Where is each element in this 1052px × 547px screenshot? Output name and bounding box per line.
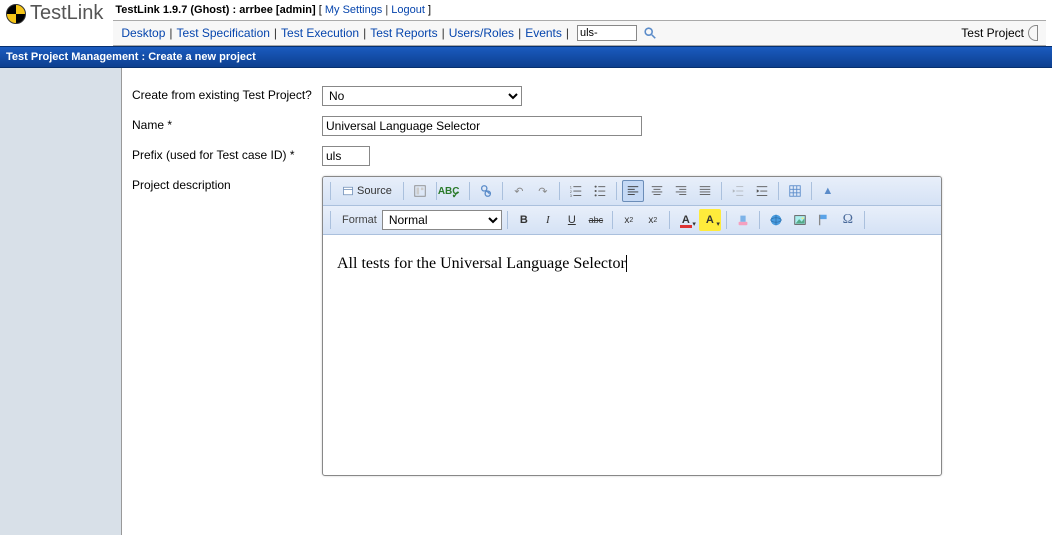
label-create-from: Create from existing Test Project?	[132, 86, 322, 106]
my-settings-link[interactable]: My Settings	[325, 4, 382, 16]
logo: TestLink	[6, 2, 113, 25]
svg-text:3: 3	[570, 194, 572, 198]
superscript-button[interactable]: x2	[642, 209, 664, 231]
nav-test-reports[interactable]: Test Reports	[370, 26, 437, 40]
label-description: Project description	[132, 176, 322, 476]
italic-button[interactable]: I	[537, 209, 559, 231]
row-description: Project description Source ABC✓	[132, 176, 1052, 476]
table-icon[interactable]	[784, 180, 806, 202]
left-pane	[0, 68, 122, 535]
bullet-list-icon[interactable]	[589, 180, 611, 202]
nav-test-exec[interactable]: Test Execution	[281, 26, 359, 40]
subscript-button[interactable]: x2	[618, 209, 640, 231]
page-title-bar: Test Project Management : Create a new p…	[0, 46, 1052, 68]
input-prefix[interactable]	[322, 146, 370, 166]
strike-button[interactable]: abc	[585, 209, 607, 231]
editor-content: All tests for the Universal Language Sel…	[337, 255, 626, 272]
topbar: TestLink TestLink 1.9.7 (Ghost) : arrbee…	[0, 0, 1052, 46]
search-icon[interactable]	[643, 26, 657, 40]
right-pane: Create from existing Test Project? No Na…	[122, 68, 1052, 535]
version-info: TestLink 1.9.7 (Ghost) : arrbee [admin]	[115, 4, 315, 16]
bold-button[interactable]: B	[513, 209, 535, 231]
nav-test-spec[interactable]: Test Specification	[177, 26, 270, 40]
find-icon[interactable]	[475, 180, 497, 202]
outdent-icon[interactable]	[727, 180, 749, 202]
bg-color-button[interactable]: A▾	[699, 209, 721, 231]
rich-editor: Source ABC✓ ↶ ↷ 123	[322, 176, 942, 476]
source-button[interactable]: Source	[336, 180, 398, 202]
select-create-from[interactable]: No	[322, 86, 522, 106]
project-label: Test Project	[961, 26, 1024, 40]
underline-button[interactable]: U	[561, 209, 583, 231]
toolbar-row-2: Format Normal B I U abc x2 x2 A▾	[323, 206, 941, 235]
redo-icon[interactable]: ↷	[532, 180, 554, 202]
row-prefix: Prefix (used for Test case ID) *	[132, 146, 1052, 166]
editor-body[interactable]: All tests for the Universal Language Sel…	[323, 235, 941, 475]
text-color-button[interactable]: A▾	[675, 209, 697, 231]
collapse-toolbar-icon[interactable]: ▲	[817, 180, 839, 202]
search-input[interactable]	[577, 25, 637, 41]
header-line: TestLink 1.9.7 (Ghost) : arrbee [admin] …	[113, 2, 1046, 20]
main-area: Create from existing Test Project? No Na…	[0, 68, 1052, 535]
toolbar-row-1: Source ABC✓ ↶ ↷ 123	[323, 177, 941, 206]
logo-icon	[6, 4, 26, 24]
undo-icon[interactable]: ↶	[508, 180, 530, 202]
row-name: Name *	[132, 116, 1052, 136]
spellcheck-icon[interactable]: ABC✓	[442, 180, 464, 202]
input-name[interactable]	[322, 116, 642, 136]
nav-users-roles[interactable]: Users/Roles	[449, 26, 514, 40]
label-prefix: Prefix (used for Test case ID) *	[132, 146, 322, 166]
align-left-icon[interactable]	[622, 180, 644, 202]
navbar: Desktop | Test Specification | Test Exec…	[113, 20, 1046, 46]
link-icon[interactable]	[765, 209, 787, 231]
label-name: Name *	[132, 116, 322, 136]
app-name: TestLink	[30, 2, 103, 25]
anchor-icon[interactable]	[813, 209, 835, 231]
remove-format-icon[interactable]	[732, 209, 754, 231]
numbered-list-icon[interactable]: 123	[565, 180, 587, 202]
svg-text:1: 1	[570, 185, 572, 189]
indent-icon[interactable]	[751, 180, 773, 202]
align-right-icon[interactable]	[670, 180, 692, 202]
image-icon[interactable]	[789, 209, 811, 231]
nav-events[interactable]: Events	[525, 26, 562, 40]
top-right: TestLink 1.9.7 (Ghost) : arrbee [admin] …	[113, 2, 1046, 46]
templates-icon[interactable]	[409, 180, 431, 202]
row-create-from: Create from existing Test Project? No	[132, 86, 1052, 106]
align-justify-icon[interactable]	[694, 180, 716, 202]
align-center-icon[interactable]	[646, 180, 668, 202]
format-select[interactable]: Normal	[382, 210, 502, 230]
logout-link[interactable]: Logout	[391, 4, 425, 16]
format-label: Format	[342, 214, 377, 226]
nav-desktop[interactable]: Desktop	[121, 26, 165, 40]
project-select[interactable]	[1028, 25, 1038, 41]
special-char-icon[interactable]: Ω	[837, 209, 859, 231]
svg-text:2: 2	[570, 190, 572, 194]
